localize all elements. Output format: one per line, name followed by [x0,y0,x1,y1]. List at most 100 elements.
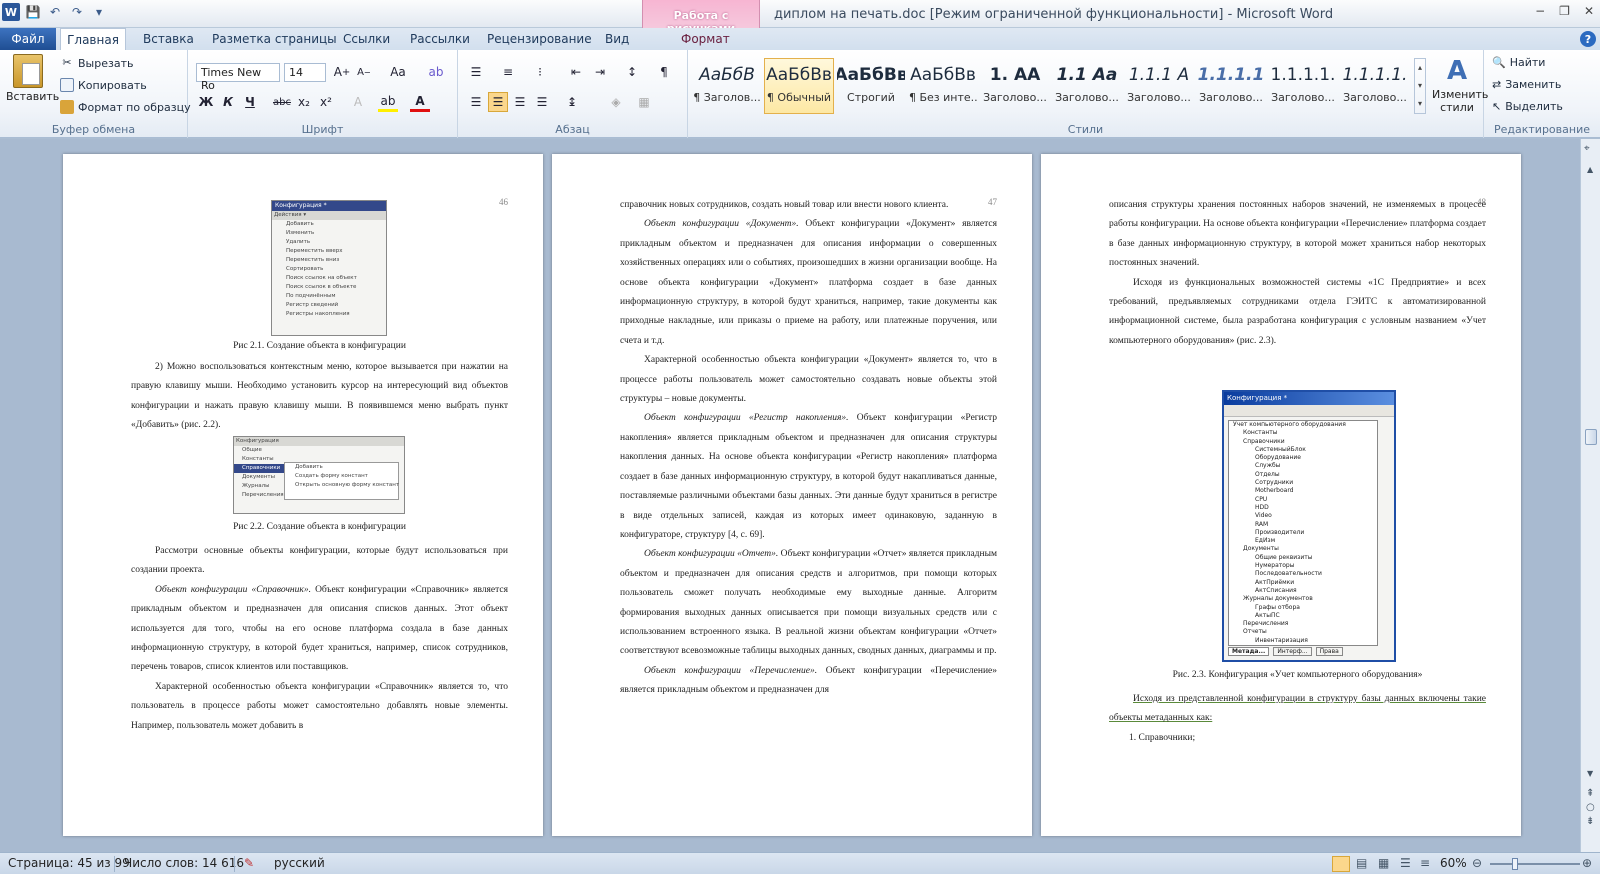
decrease-indent-icon[interactable]: ⇤ [566,62,586,82]
page-48: 48 описания структуры хранения постоянны… [1041,154,1521,836]
config-tree: Учет компьютерного оборудования Констант… [1228,420,1378,646]
italic-button[interactable]: К [218,92,238,112]
scroll-down-icon[interactable]: ▼ [1587,769,1593,778]
replace-icon: ⇄ [1492,78,1502,91]
change-styles-button[interactable]: A Изменить стили [1432,54,1488,114]
sort-icon[interactable]: ↕ [622,62,642,82]
style-heading-1[interactable]: 1. АА Заголово... [980,58,1050,114]
bold-button[interactable]: Ж [196,92,216,112]
tab-page-layout[interactable]: Разметка страницы [212,32,337,46]
page-47-text: справочник новых сотрудников, создать но… [620,200,997,696]
web-layout-icon[interactable]: ▦ [1378,856,1389,870]
font-size-combo[interactable]: 14 [284,63,326,82]
copy-button[interactable]: Копировать [60,78,147,92]
tab-file[interactable]: Файл [0,28,56,50]
qat-customize-icon[interactable]: ▾ [90,3,108,21]
binoculars-icon: 🔍 [1492,56,1506,69]
proofing-icon[interactable]: ✎ [244,856,254,870]
style-no-spacing[interactable]: АаБбВв ¶ Без инте... [908,58,978,114]
undo-icon[interactable]: ↶ [46,3,64,21]
browse-buttons[interactable]: ⇞ ○ ⇟ [1586,787,1595,829]
text-effects-icon[interactable]: A [348,92,368,112]
tab-format[interactable]: Формат [681,32,730,46]
figure-toolbar [1224,405,1394,417]
clipboard-label: Буфер обмена [51,123,136,136]
tab-home[interactable]: Главная [60,28,126,51]
figure-2-2: Конфигурация Общие Константы Справочники… [233,436,405,514]
styles-scroll[interactable]: ▴ ▾ ▾ [1414,58,1426,114]
font-name-combo[interactable]: Times New Ro [196,63,280,92]
ribbon: Вставить ✂ Вырезать Копировать Формат по … [0,50,1600,138]
brush-icon [60,100,74,114]
subscript-button[interactable]: x₂ [294,92,314,112]
style-strong[interactable]: АаБбВв Строгий [836,58,906,114]
zoom-slider-thumb[interactable] [1512,858,1518,870]
redo-icon[interactable]: ↷ [68,3,86,21]
zoom-level[interactable]: 60% [1440,856,1467,870]
shrink-font-icon[interactable]: A − [354,62,374,82]
borders-icon[interactable]: ▦ [634,92,654,112]
format-painter-button[interactable]: Формат по образцу [60,100,191,114]
justify-icon[interactable]: ☰ [532,92,552,112]
tab-review[interactable]: Рецензирование [487,32,592,46]
pilcrow-icon[interactable]: ¶ [654,62,674,82]
cut-button[interactable]: ✂ Вырезать [60,56,133,70]
replace-button[interactable]: ⇄ Заменить [1492,78,1561,91]
font-group: Times New Ro 14 A + A − Aa ab Ж К Ч abc x₂… [188,50,458,138]
change-case-icon[interactable]: Aa [388,62,408,82]
print-layout-icon[interactable] [1332,856,1350,872]
increase-indent-icon[interactable]: ⇥ [590,62,610,82]
zoom-in-icon[interactable]: ⊕ [1582,856,1592,870]
numbering-icon[interactable]: ≡ [498,62,518,82]
style-heading-3[interactable]: 1.1.1 А Заголово... [1124,58,1194,114]
style-normal[interactable]: АаБбВв ¶ Обычный [764,58,834,114]
find-button[interactable]: 🔍 Найти [1492,56,1545,69]
scroll-up-icon[interactable]: ▲ [1587,165,1593,174]
underline-button[interactable]: Ч [240,92,260,112]
help-icon[interactable]: ? [1580,31,1596,47]
align-left-icon[interactable]: ☰ [466,92,486,112]
clear-format-icon[interactable]: ab [426,62,446,82]
style-heading-4[interactable]: 1.1.1.1 Заголово... [1196,58,1266,114]
style-heading[interactable]: АаБбВ ¶ Заголов... [692,58,762,114]
font-color-icon[interactable]: A [410,92,430,112]
shading-icon[interactable]: ◈ [606,92,626,112]
page-count-status[interactable]: Страница: 45 из 99 [8,856,130,870]
page-48-text-2: Исходя из представленной конфигурации в … [1109,694,1486,743]
zoom-out-icon[interactable]: ⊖ [1472,856,1482,870]
word-count-status[interactable]: Число слов: 14 616 [124,856,244,870]
minimize-button[interactable]: − [1535,4,1545,18]
style-heading-5[interactable]: 1.1.1.1. Заголово... [1268,58,1338,114]
style-heading-6[interactable]: 1.1.1.1. Заголово... [1340,58,1410,114]
restore-button[interactable]: ❐ [1559,4,1570,18]
scroll-thumb[interactable] [1585,429,1597,445]
close-button[interactable]: ✕ [1584,4,1594,18]
highlight-icon[interactable]: ab [378,92,398,112]
draft-icon[interactable]: ≡ [1420,856,1430,870]
select-button[interactable]: ↖ Выделить [1492,100,1563,113]
vertical-scrollbar[interactable]: ⌖ ▲ ▼ ⇞ ○ ⇟ [1580,139,1600,852]
line-spacing-icon[interactable]: ↨ [562,92,582,112]
strikethrough-button[interactable]: abc [272,92,292,112]
tab-mailings[interactable]: Рассылки [410,32,470,46]
grow-font-icon[interactable]: A + [332,62,352,82]
paste-button[interactable]: Вставить [6,54,59,103]
outline-icon[interactable]: ☰ [1400,856,1411,870]
tab-insert[interactable]: Вставка [143,32,194,46]
tab-view[interactable]: Вид [605,32,629,46]
tab-references[interactable]: Ссылки [343,32,390,46]
style-heading-2[interactable]: 1.1 Аа Заголово... [1052,58,1122,114]
language-status[interactable]: русский [274,856,325,870]
align-right-icon[interactable]: ☰ [510,92,530,112]
zoom-slider[interactable] [1490,863,1580,865]
font-label: Шрифт [301,123,344,136]
word-logo-icon[interactable]: W [2,3,20,21]
caption-2-1: Рис 2.1. Создание объекта в конфигурации [233,341,406,351]
bullets-icon[interactable]: ☰ [466,62,486,82]
ruler-toggle-icon[interactable]: ⌖ [1584,143,1590,154]
multilevel-list-icon[interactable]: ⁝ [530,62,550,82]
save-icon[interactable]: 💾 [24,3,42,21]
align-center-icon[interactable]: ☰ [488,92,508,112]
superscript-button[interactable]: x² [316,92,336,112]
reading-layout-icon[interactable]: ▤ [1356,856,1367,870]
